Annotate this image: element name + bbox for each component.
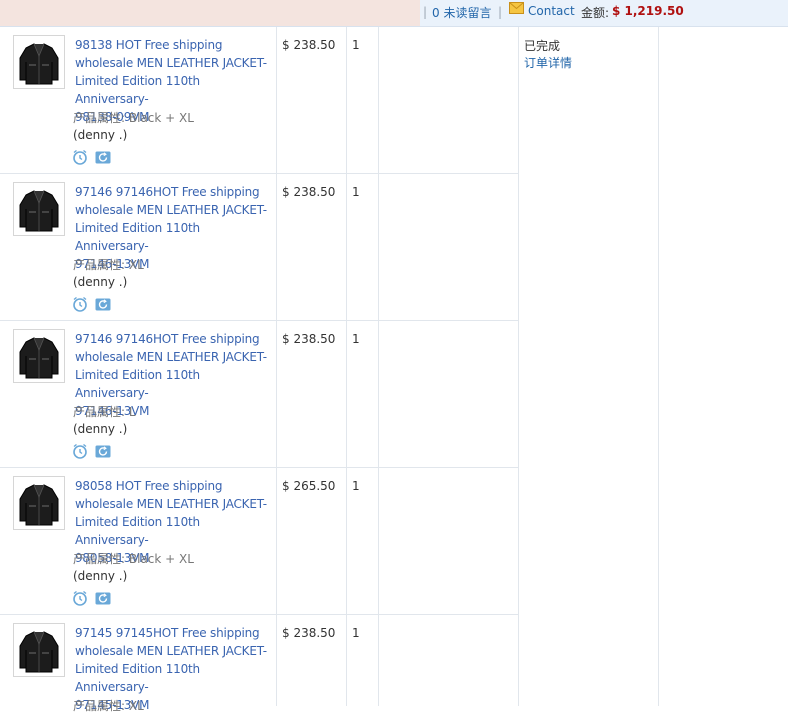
product-name-line[interactable]: 98138 HOT Free shipping bbox=[75, 36, 275, 54]
seller-name: (denny .) bbox=[73, 422, 128, 436]
product-attributes: 产品属性: Black + XL bbox=[73, 109, 194, 126]
product-name-line[interactable]: wholesale MEN LEATHER JACKET- bbox=[75, 201, 275, 219]
alarm-clock-icon[interactable] bbox=[72, 443, 88, 462]
header-left-area bbox=[0, 0, 420, 26]
row-divider bbox=[0, 173, 518, 174]
refresh-icon[interactable] bbox=[95, 298, 111, 314]
item-price: $ 265.50 bbox=[282, 479, 336, 493]
unread-messages-link[interactable]: 0 未读留言 bbox=[432, 4, 491, 21]
separator: | bbox=[498, 5, 503, 19]
product-thumbnail[interactable] bbox=[13, 35, 65, 89]
seller-name: (denny .) bbox=[73, 569, 128, 583]
product-name-line[interactable]: wholesale MEN LEATHER JACKET- bbox=[75, 495, 275, 513]
product-name-line[interactable]: Limited Edition 110th Anniversary- bbox=[75, 660, 275, 696]
attribute-value: Black + XL bbox=[128, 552, 194, 566]
attribute-label: 产品属性: bbox=[73, 552, 126, 566]
order-amount: $ 1,219.50 bbox=[612, 4, 684, 18]
row-divider bbox=[0, 614, 518, 615]
row-divider bbox=[0, 320, 518, 321]
product-attributes: 产品属性: Black + XL bbox=[73, 550, 194, 567]
attribute-label: 产品属性: bbox=[73, 258, 126, 272]
product-thumbnail[interactable] bbox=[13, 476, 65, 530]
alarm-clock-icon[interactable] bbox=[72, 590, 88, 609]
item-price: $ 238.50 bbox=[282, 332, 336, 346]
alarm-clock-icon[interactable] bbox=[72, 149, 88, 168]
item-price: $ 238.50 bbox=[282, 185, 336, 199]
column-divider bbox=[276, 27, 277, 706]
order-header-bar: | 0 未读留言 | Contact 金额: $ 1,219.50 bbox=[0, 0, 788, 27]
product-name-line[interactable]: Limited Edition 110th Anniversary- bbox=[75, 366, 275, 402]
product-name-line[interactable]: 98058 HOT Free shipping bbox=[75, 477, 275, 495]
attribute-label: 产品属性: bbox=[73, 699, 126, 713]
product-attributes: 产品属性: XL bbox=[73, 256, 144, 273]
item-quantity: 1 bbox=[352, 479, 360, 493]
column-divider bbox=[346, 27, 347, 706]
product-name-line[interactable]: wholesale MEN LEATHER JACKET- bbox=[75, 348, 275, 366]
order-status: 已完成 bbox=[524, 39, 561, 53]
attribute-value: L bbox=[128, 405, 136, 419]
refresh-icon[interactable] bbox=[95, 151, 111, 167]
product-name-line[interactable]: Limited Edition 110th Anniversary- bbox=[75, 513, 275, 549]
item-price: $ 238.50 bbox=[282, 626, 336, 640]
product-thumbnail[interactable] bbox=[13, 182, 65, 236]
attribute-label: 产品属性: bbox=[73, 111, 126, 125]
product-thumbnail[interactable] bbox=[13, 329, 65, 383]
separator: | bbox=[423, 5, 428, 19]
amount-label: 金额: bbox=[581, 6, 610, 20]
seller-name: (denny .) bbox=[73, 128, 128, 142]
product-attributes: 产品属性: L bbox=[73, 403, 136, 420]
order-detail-link[interactable]: 订单详情 bbox=[524, 54, 572, 71]
product-name-line[interactable]: wholesale MEN LEATHER JACKET- bbox=[75, 54, 275, 72]
item-quantity: 1 bbox=[352, 185, 360, 199]
seller-name: (denny .) bbox=[73, 275, 128, 289]
item-quantity: 1 bbox=[352, 332, 360, 346]
product-thumbnail[interactable] bbox=[13, 623, 65, 677]
item-quantity: 1 bbox=[352, 38, 360, 52]
product-name-line[interactable]: wholesale MEN LEATHER JACKET- bbox=[75, 642, 275, 660]
contact-link[interactable]: Contact bbox=[528, 4, 575, 18]
product-name-line[interactable]: 97146 97146HOT Free shipping bbox=[75, 330, 275, 348]
item-price: $ 238.50 bbox=[282, 38, 336, 52]
attribute-value: XL bbox=[128, 699, 144, 713]
alarm-clock-icon[interactable] bbox=[72, 296, 88, 315]
column-divider bbox=[658, 27, 659, 706]
attribute-value: XL bbox=[128, 258, 144, 272]
refresh-icon[interactable] bbox=[95, 445, 111, 461]
order-items-table: 已完成 订单详情 98138 HOT Free shipping wholesa… bbox=[0, 27, 788, 713]
refresh-icon[interactable] bbox=[95, 592, 111, 608]
product-name-line[interactable]: 97145 97145HOT Free shipping bbox=[75, 624, 275, 642]
envelope-icon[interactable] bbox=[509, 2, 524, 17]
product-name-line[interactable]: Limited Edition 110th Anniversary- bbox=[75, 219, 275, 255]
row-divider bbox=[0, 467, 518, 468]
item-quantity: 1 bbox=[352, 626, 360, 640]
attribute-value: Black + XL bbox=[128, 111, 194, 125]
product-name-line[interactable]: 97146 97146HOT Free shipping bbox=[75, 183, 275, 201]
product-name-line[interactable]: Limited Edition 110th Anniversary- bbox=[75, 72, 275, 108]
attribute-label: 产品属性: bbox=[73, 405, 126, 419]
column-divider bbox=[518, 27, 519, 706]
column-divider bbox=[378, 27, 379, 706]
